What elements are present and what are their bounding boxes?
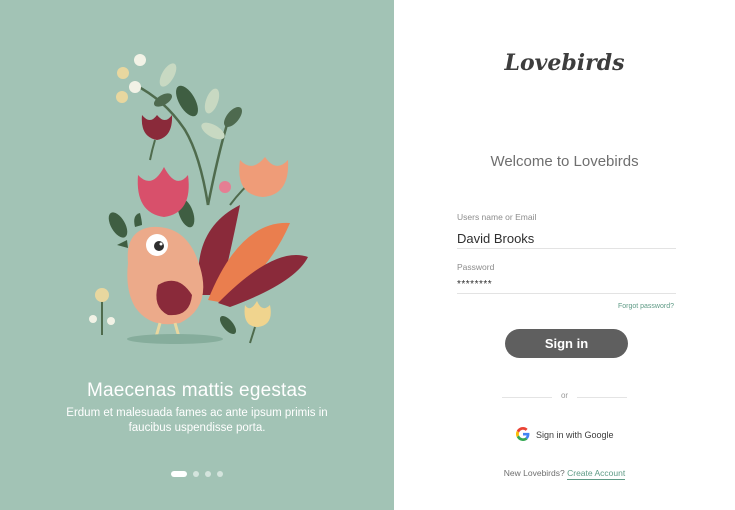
slide-title: Maecenas mattis egestas [86, 380, 308, 401]
carousel-dot-1[interactable] [171, 471, 187, 477]
password-label: Password [457, 262, 495, 272]
google-logo-icon [516, 427, 530, 443]
login-form-panel: Lovebirds Welcome to Lovebirds Users nam… [394, 0, 735, 510]
username-label: Users name or Email [457, 212, 537, 222]
login-screen: Maecenas mattis egestas Erdum et malesua… [0, 0, 735, 510]
brand-logo: Lovebirds [504, 50, 625, 76]
google-signin-label: Sign in with Google [536, 430, 614, 440]
signup-prompt-text: New Lovebirds? [503, 468, 565, 478]
welcome-heading: Welcome to Lovebirds [490, 153, 639, 170]
carousel-dot-2[interactable] [193, 471, 199, 477]
forgot-password-link[interactable]: Forgot password? [618, 303, 674, 310]
carousel-dot-4[interactable] [217, 471, 223, 477]
or-divider-line-right [577, 397, 627, 398]
create-account-link[interactable]: Create Account [567, 468, 626, 480]
google-signin-button[interactable]: Sign in with Google [516, 427, 614, 443]
bird-illustration [89, 54, 308, 344]
signin-button[interactable]: Sign in [505, 329, 628, 358]
password-input[interactable] [457, 276, 676, 294]
onboarding-panel: Maecenas mattis egestas Erdum et malesua… [0, 0, 394, 510]
username-input[interactable] [457, 228, 676, 249]
or-label: or [560, 391, 569, 400]
signup-prompt: New Lovebirds? Create Account [394, 468, 735, 480]
or-divider: or [502, 391, 627, 403]
carousel-dot-3[interactable] [205, 471, 211, 477]
carousel-dots [171, 471, 223, 477]
slide-subtitle: Erdum et malesuada fames ac ante ipsum p… [66, 407, 328, 434]
